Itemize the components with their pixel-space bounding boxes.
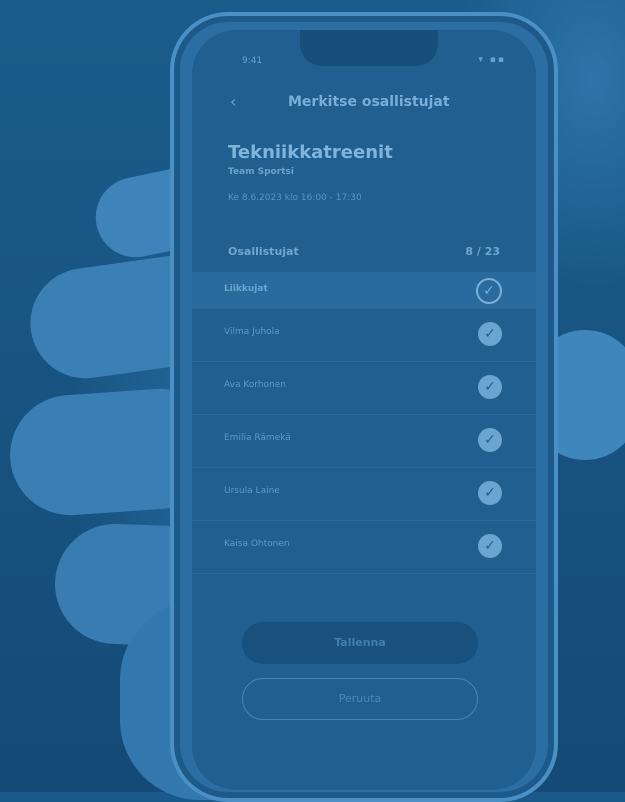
- list-item[interactable]: Vilma Juhola ✓: [192, 309, 536, 362]
- check-icon[interactable]: ✓: [478, 428, 502, 452]
- participant-name: Kaisa Ohtonen: [224, 539, 290, 549]
- check-all-icon[interactable]: ✓: [476, 278, 502, 304]
- cancel-button[interactable]: Peruuta: [242, 678, 478, 720]
- list-item[interactable]: Emilia Rämekä ✓: [192, 415, 536, 468]
- participant-name: Vilma Juhola: [224, 327, 280, 337]
- check-icon[interactable]: ✓: [478, 534, 502, 558]
- list-item[interactable]: Kaisa Ohtonen ✓: [192, 521, 536, 574]
- team-name: Team Sportsi: [228, 167, 294, 177]
- list-item[interactable]: Ava Korhonen ✓: [192, 362, 536, 415]
- check-icon[interactable]: ✓: [478, 375, 502, 399]
- chevron-left-icon[interactable]: ‹: [230, 92, 236, 111]
- group-header[interactable]: Liikkujat ✓: [192, 272, 536, 309]
- group-label: Liikkujat: [224, 284, 268, 294]
- save-button[interactable]: Tallenna: [242, 622, 478, 664]
- phone-notch: [300, 30, 438, 66]
- event-title: Tekniikkatreenit: [228, 142, 393, 163]
- check-icon[interactable]: ✓: [478, 322, 502, 346]
- check-icon[interactable]: ✓: [478, 481, 502, 505]
- participants-label: Osallistujat: [228, 245, 299, 258]
- status-time: 9:41: [242, 56, 263, 66]
- status-icons: ▾ ▪▪: [478, 55, 506, 65]
- participant-name: Emilia Rämekä: [224, 433, 291, 443]
- participant-list: Liikkujat ✓ Vilma Juhola ✓ Ava Korhonen …: [192, 272, 536, 574]
- list-item[interactable]: Ursula Laine ✓: [192, 468, 536, 521]
- participant-name: Ava Korhonen: [224, 380, 286, 390]
- phone-screen: 9:41 ▾ ▪▪ ‹ Merkitse osallistujat Teknii…: [192, 30, 536, 790]
- page-title: Merkitse osallistujat: [288, 94, 450, 110]
- participants-count: 8 / 23: [465, 245, 500, 258]
- participant-name: Ursula Laine: [224, 486, 280, 496]
- event-datetime: Ke 8.6.2023 klo 16:00 - 17:30: [228, 193, 362, 203]
